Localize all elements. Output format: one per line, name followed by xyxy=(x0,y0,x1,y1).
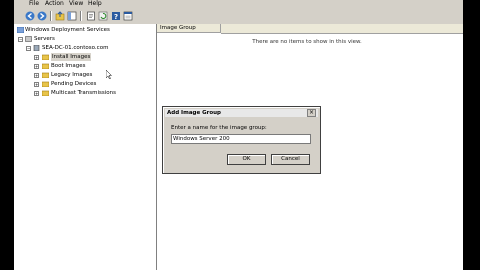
tree-item-server[interactable]: − SEA-DC-01.contoso.com xyxy=(14,44,154,52)
tree-item-install-images[interactable]: + Install Images xyxy=(14,53,154,61)
expand-icon[interactable]: + xyxy=(34,64,39,69)
menu-bar: File Action View Help xyxy=(14,0,463,8)
toolbar: ? xyxy=(14,8,463,25)
console-tree: Windows Deployment Services − Servers − … xyxy=(14,24,157,270)
folder-icon xyxy=(41,81,50,88)
ok-button[interactable]: OK xyxy=(227,154,266,165)
properties-icon[interactable] xyxy=(86,11,96,21)
toolbar-separator xyxy=(50,11,52,21)
tree-item-boot-images[interactable]: + Boot Images xyxy=(14,62,154,70)
wds-icon xyxy=(16,26,25,34)
server-icon xyxy=(33,44,40,52)
refresh-icon[interactable] xyxy=(98,11,108,21)
expand-icon[interactable]: + xyxy=(34,73,39,78)
back-icon[interactable] xyxy=(25,11,35,21)
folder-icon xyxy=(41,54,50,61)
mmc-window: File Action View Help ? Windows Deployme… xyxy=(14,0,463,270)
forward-icon[interactable] xyxy=(37,11,47,21)
up-icon[interactable] xyxy=(55,11,65,21)
menu-view[interactable]: View xyxy=(69,0,83,8)
tree-item-multicast-transmissions[interactable]: + Multicast Transmissions xyxy=(14,89,154,97)
tree-item-root[interactable]: Windows Deployment Services xyxy=(14,26,154,34)
mmc-icon[interactable] xyxy=(123,11,133,21)
cancel-button[interactable]: Cancel xyxy=(271,154,310,165)
tree-item-pending-devices[interactable]: + Pending Devices xyxy=(14,80,154,88)
dialog-prompt: Enter a name for the image group: xyxy=(171,125,267,131)
folder-icon xyxy=(41,90,50,97)
svg-text:?: ? xyxy=(114,13,118,21)
help-icon[interactable]: ? xyxy=(111,11,121,21)
dialog-title: Add Image Group xyxy=(165,109,318,117)
column-header-image-group[interactable]: Image Group xyxy=(157,24,221,33)
close-icon[interactable]: × xyxy=(307,109,316,117)
collapse-icon[interactable]: − xyxy=(18,37,23,42)
tree-item-legacy-images[interactable]: + Legacy Images xyxy=(14,71,154,79)
folder-icon xyxy=(41,63,50,70)
expand-icon[interactable]: + xyxy=(34,82,39,87)
column-header-filler xyxy=(221,24,463,34)
mouse-cursor-icon xyxy=(106,70,112,79)
toolbar-separator xyxy=(80,11,82,21)
servers-icon xyxy=(25,36,32,42)
show-hide-tree-icon[interactable] xyxy=(67,11,77,21)
image-group-name-input[interactable]: Windows Server 200 xyxy=(171,134,311,144)
expand-icon[interactable]: + xyxy=(34,91,39,96)
menu-file[interactable]: File xyxy=(29,0,39,8)
expand-icon[interactable]: + xyxy=(34,55,39,60)
collapse-icon[interactable]: − xyxy=(26,46,31,51)
menu-help[interactable]: Help xyxy=(88,0,102,8)
folder-icon xyxy=(41,72,50,79)
menu-action[interactable]: Action xyxy=(45,0,64,8)
tree-item-servers[interactable]: − Servers xyxy=(14,35,154,43)
add-image-group-dialog: Add Image Group × Enter a name for the i… xyxy=(162,106,321,174)
empty-list-message: There are no items to show in this view. xyxy=(252,39,362,45)
